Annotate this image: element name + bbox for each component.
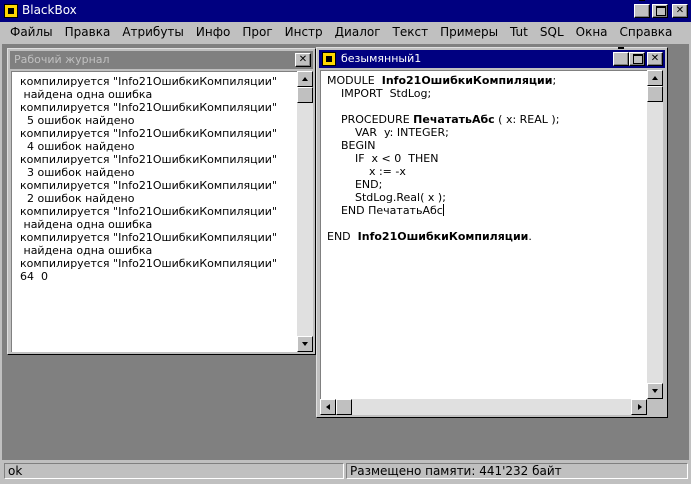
code-line: END Info21ОшибкиКомпиляции. <box>327 230 647 243</box>
log-text-area[interactable]: компилируется "Info21ОшибкиКомпиляции" н… <box>11 71 297 352</box>
app-minimize-button[interactable] <box>634 0 650 18</box>
menu-info[interactable]: Инфо <box>190 22 236 42</box>
log-line: компилируется "Info21ОшибкиКомпиляции" <box>20 101 278 114</box>
menu-sql[interactable]: SQL <box>534 22 570 42</box>
doc-scroll-thumb[interactable] <box>647 86 663 102</box>
app-title: BlackBox <box>22 3 77 17</box>
log-line: 64 0 <box>20 270 48 283</box>
module-name: Info21ОшибкиКомпиляции <box>357 230 529 243</box>
code-token: ; <box>552 74 557 87</box>
close-icon: ✕ <box>298 54 308 65</box>
doc-maximize-button[interactable] <box>629 52 645 66</box>
status-memory: Размещено памяти: 441'232 байт <box>346 463 688 479</box>
document-window-controls: ✕ <box>613 47 663 66</box>
doc-scroll-up-button[interactable] <box>647 70 663 86</box>
code-token: END <box>327 230 358 243</box>
log-line: компилируется "Info21ОшибкиКомпиляции" <box>20 153 278 166</box>
code-line: VAR y: INTEGER; <box>327 126 449 139</box>
log-scroll-thumb[interactable] <box>297 87 313 103</box>
doc-scroll-down-button[interactable] <box>647 383 663 399</box>
doc-minimize-button[interactable] <box>613 47 629 66</box>
close-icon: ✕ <box>675 5 685 16</box>
log-close-button[interactable]: ✕ <box>295 53 311 67</box>
doc-close-button[interactable]: ✕ <box>647 52 663 66</box>
document-titlebar[interactable]: безымянный1 ✕ <box>319 47 665 68</box>
log-line: найдена одна ошибка <box>20 218 153 231</box>
code-token: END ПечататьАбс <box>327 204 443 217</box>
size-grip[interactable] <box>649 399 665 415</box>
app-maximize-button[interactable] <box>652 4 668 18</box>
menu-examples[interactable]: Примеры <box>434 22 504 42</box>
log-line: 2 ошибок найдено <box>20 192 135 205</box>
menu-dev[interactable]: Прог <box>236 22 278 42</box>
menubar: Файлы Правка Атрибуты Инфо Прог Инстр Ди… <box>0 22 691 42</box>
menu-help[interactable]: Справка <box>614 22 679 42</box>
doc-horizontal-scrollbar[interactable] <box>320 399 647 415</box>
menu-windows[interactable]: Окна <box>570 22 614 42</box>
log-line: компилируется "Info21ОшибкиКомпиляции" <box>20 205 278 218</box>
menu-attributes[interactable]: Атрибуты <box>116 22 190 42</box>
log-vertical-scrollbar[interactable] <box>297 71 313 352</box>
doc-scroll-right-button[interactable] <box>631 399 647 415</box>
document-window[interactable]: безымянный1 ✕ MODULE Info21ОшибкиКомпиля… <box>316 47 668 418</box>
document-title: безымянный1 <box>341 52 422 65</box>
code-token: MODULE <box>327 74 382 87</box>
code-line: END; <box>327 178 383 191</box>
app-titlebar: BlackBox ✕ <box>0 0 691 22</box>
code-token: . <box>528 230 532 243</box>
log-line: найдена одна ошибка <box>20 88 153 101</box>
menu-tools[interactable]: Инстр <box>279 22 329 42</box>
app-window-controls: ✕ <box>634 0 688 18</box>
log-window-titlebar[interactable]: Рабочий журнал ✕ <box>10 51 313 69</box>
log-line: компилируется "Info21ОшибкиКомпиляции" <box>20 231 278 244</box>
log-window[interactable]: Рабочий журнал ✕ компилируется "Info21Ош… <box>7 48 316 355</box>
log-scroll-up-button[interactable] <box>297 71 313 87</box>
close-icon: ✕ <box>650 53 660 64</box>
menu-files[interactable]: Файлы <box>4 22 59 42</box>
statusbar: ok Размещено памяти: 441'232 байт <box>0 461 691 484</box>
code-line: IF x < 0 THEN <box>327 152 439 165</box>
log-line: найдена одна ошибка <box>20 244 153 257</box>
app-close-button[interactable]: ✕ <box>672 4 688 18</box>
doc-hscroll-thumb[interactable] <box>336 399 352 415</box>
menu-dialog[interactable]: Диалог <box>329 22 387 42</box>
procedure-name: ПечататьАбс <box>413 113 495 126</box>
status-message: ok <box>4 463 344 479</box>
code-line: IMPORT StdLog; <box>327 87 432 100</box>
code-line: MODULE Info21ОшибкиКомпиляции; <box>327 74 647 87</box>
log-line: компилируется "Info21ОшибкиКомпиляции" <box>20 75 278 88</box>
menu-text[interactable]: Текст <box>387 22 435 42</box>
code-token: PROCEDURE <box>327 113 414 126</box>
code-line: x := -x <box>327 165 406 178</box>
blackbox-app-icon[interactable] <box>4 4 18 18</box>
text-caret <box>442 204 444 216</box>
menu-edit[interactable]: Правка <box>59 22 117 42</box>
code-line: PROCEDURE ПечататьАбс ( x: REAL ); <box>327 113 647 126</box>
doc-vertical-scrollbar[interactable] <box>647 70 663 399</box>
log-line: 4 ошибок найдено <box>20 140 135 153</box>
log-window-title: Рабочий журнал <box>14 53 110 66</box>
log-line: 5 ошибок найдено <box>20 114 135 127</box>
log-line: компилируется "Info21ОшибкиКомпиляции" <box>20 127 278 140</box>
document-icon[interactable] <box>322 52 336 66</box>
log-line: 3 ошибок найдено <box>20 166 135 179</box>
code-line: BEGIN <box>327 139 376 152</box>
doc-scroll-left-button[interactable] <box>320 399 336 415</box>
log-line: компилируется "Info21ОшибкиКомпиляции" <box>20 179 278 192</box>
log-line: компилируется "Info21ОшибкиКомпиляции" <box>20 257 278 270</box>
code-line: END ПечататьАбс <box>327 204 647 217</box>
code-token: ( x: REAL ); <box>494 113 560 126</box>
code-line: StdLog.Real( x ); <box>327 191 446 204</box>
code-editor[interactable]: MODULE Info21ОшибкиКомпиляции; IMPORT St… <box>320 70 647 399</box>
module-name: Info21ОшибкиКомпиляции <box>381 74 553 87</box>
log-scroll-down-button[interactable] <box>297 336 313 352</box>
menu-tut[interactable]: Tut <box>504 22 534 42</box>
